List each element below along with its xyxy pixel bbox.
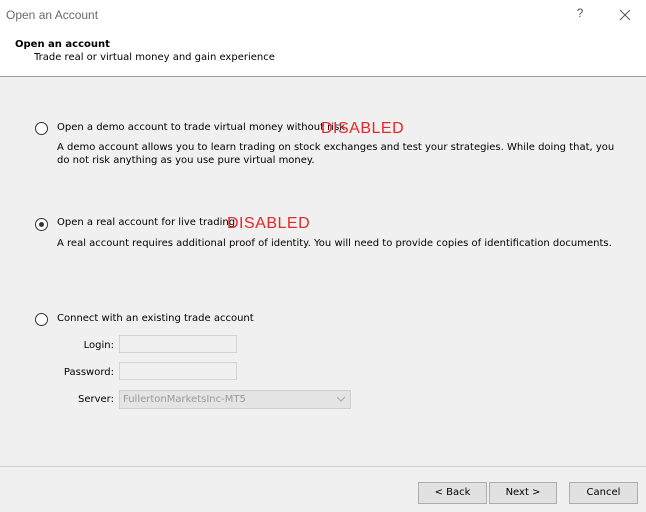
real-account-label[interactable]: Open a real account for live trading — [57, 217, 235, 228]
real-disabled-tag: DISABLED — [227, 215, 311, 232]
real-account-radio[interactable] — [35, 218, 48, 231]
server-label: Server: — [78, 394, 114, 405]
header-divider — [0, 76, 646, 77]
page-title: Open an account — [15, 39, 110, 50]
back-button[interactable]: < Back — [418, 482, 487, 504]
demo-account-description: A demo account allows you to learn tradi… — [57, 142, 615, 166]
footer-divider — [0, 466, 646, 467]
title-bar: Open an Account ? — [0, 0, 646, 30]
password-input[interactable] — [119, 362, 237, 380]
password-label: Password: — [63, 367, 114, 378]
login-label: Login: — [83, 340, 114, 351]
chevron-down-icon — [336, 396, 346, 402]
close-button[interactable] — [616, 6, 634, 24]
demo-account-label[interactable]: Open a demo account to trade virtual mon… — [57, 122, 345, 133]
window-title: Open an Account — [6, 8, 99, 22]
demo-disabled-tag: DISABLED — [321, 120, 405, 137]
server-select-value: FullertonMarketsInc-MT5 — [123, 394, 246, 405]
next-button[interactable]: Next > — [489, 482, 557, 504]
help-icon: ? — [576, 6, 584, 20]
cancel-button[interactable]: Cancel — [569, 482, 638, 504]
help-button[interactable]: ? — [572, 6, 588, 24]
existing-account-label[interactable]: Connect with an existing trade account — [57, 313, 254, 324]
close-icon — [619, 9, 631, 21]
wizard-header: Open an account Trade real or virtual mo… — [0, 30, 646, 76]
demo-account-radio[interactable] — [35, 122, 48, 135]
real-account-description: A real account requires additional proof… — [57, 238, 612, 249]
server-select[interactable]: FullertonMarketsInc-MT5 — [119, 390, 351, 409]
page-subtitle: Trade real or virtual money and gain exp… — [34, 52, 275, 63]
existing-account-radio[interactable] — [35, 313, 48, 326]
login-input[interactable] — [119, 335, 237, 353]
